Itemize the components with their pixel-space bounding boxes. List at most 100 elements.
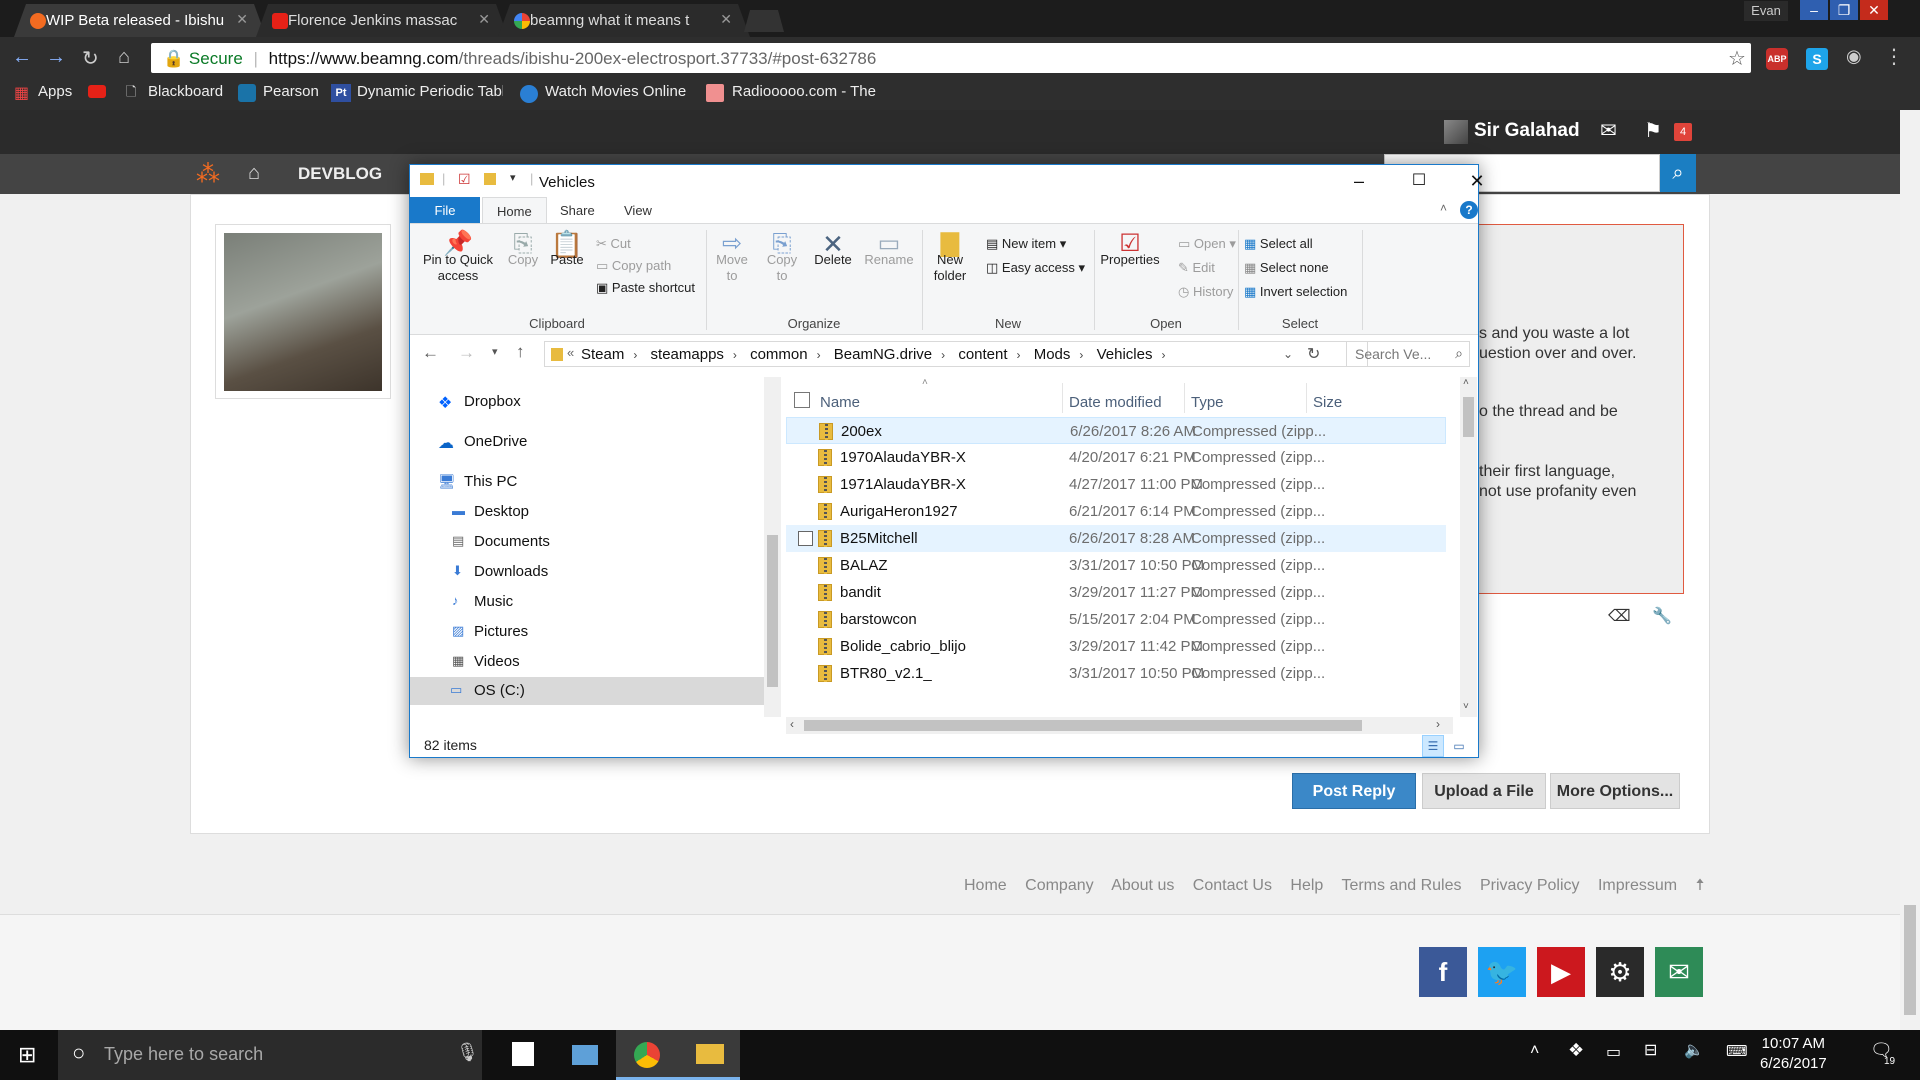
username[interactable]: Sir Galahad [1474, 120, 1580, 142]
nav-item-documents[interactable]: Documents [474, 533, 550, 550]
scrollbar-thumb[interactable] [1463, 397, 1474, 437]
facebook-icon[interactable]: f [1419, 947, 1467, 997]
profile-name[interactable]: Evan [1744, 1, 1788, 21]
breadcrumb-item[interactable]: steamapps [651, 346, 724, 363]
tab-file[interactable]: File [410, 197, 480, 223]
breadcrumb-item[interactable]: Steam [581, 346, 624, 363]
details-view-icon[interactable]: ☰ [1422, 735, 1444, 757]
file-row[interactable]: 1971AlaudaYBR-X 4/27/2017 11:00 PM Compres… [786, 471, 1446, 498]
help-icon[interactable]: ? [1460, 201, 1478, 219]
youtube-icon[interactable]: ▶ [1537, 947, 1585, 997]
history-button[interactable]: ◷ History [1178, 284, 1233, 300]
browser-tab[interactable]: beamng what it means t ✕ [498, 4, 750, 37]
close-tab-icon[interactable]: ✕ [720, 11, 732, 28]
delete-button[interactable]: ✕ Delete [810, 231, 856, 268]
explorer-search-input[interactable]: Search Ve... ⌕ [1346, 341, 1470, 367]
nav-item-os-c[interactable]: OS (C:) [474, 682, 525, 699]
copy-path-button[interactable]: ▭ Copy path [596, 258, 671, 274]
copy-to-button[interactable]: ⎘ Copy to [760, 232, 804, 284]
paste-button[interactable]: 📋 Paste [544, 231, 590, 268]
properties-button[interactable]: ☑ Properties [1098, 232, 1162, 268]
alerts-flag-icon[interactable]: ⚑ [1644, 118, 1662, 143]
browser-tab[interactable]: WIP Beta released - Ibishu ✕ [14, 4, 266, 37]
bookmark-movies[interactable]: Watch Movies Online [545, 83, 686, 100]
file-row[interactable]: bandit 3/29/2017 11:27 PM Compressed (zipp… [786, 579, 1446, 606]
arrow-up-icon[interactable]: 🠅 [1696, 877, 1705, 894]
reload-icon[interactable]: ↻ [82, 46, 99, 71]
chevron-right-icon[interactable]: › [733, 348, 737, 362]
task-view-app[interactable] [554, 1030, 616, 1080]
breadcrumb-item[interactable]: Vehicles [1097, 346, 1153, 363]
chevron-right-icon[interactable]: › [1017, 348, 1021, 362]
footer-link[interactable]: Impressum [1598, 877, 1677, 894]
footer-link[interactable]: Help [1290, 877, 1323, 894]
properties-qat-icon[interactable]: ☑ [458, 171, 471, 188]
inbox-icon[interactable]: ✉ [1600, 118, 1617, 143]
bookmark-periodic-table[interactable]: Dynamic Periodic Tabl [357, 83, 503, 100]
file-row[interactable]: BTR80_v2.1_ 3/31/2017 10:50 PM Compressed … [786, 660, 1446, 687]
footer-link[interactable]: About us [1111, 877, 1174, 894]
select-all-checkbox[interactable] [794, 392, 810, 408]
dropbox-tray-icon[interactable]: ❖ [1568, 1040, 1584, 1061]
skype-extension-icon[interactable]: S [1806, 48, 1828, 70]
scrollbar-thumb[interactable] [767, 535, 778, 687]
bookmark-apps[interactable]: Apps [38, 83, 72, 100]
windows-start-icon[interactable]: ⊞ [18, 1042, 36, 1068]
scroll-down-icon[interactable]: ˅ [1463, 701, 1469, 712]
search-icon[interactable]: ⌕ [1660, 154, 1696, 192]
column-name[interactable]: Name [820, 394, 860, 411]
recent-locations-icon[interactable]: ▾ [492, 345, 498, 358]
footer-link[interactable]: Privacy Policy [1480, 877, 1580, 894]
bookmark-star-icon[interactable]: ☆ [1728, 46, 1746, 71]
nav-scrollbar[interactable] [764, 377, 781, 717]
new-item-button[interactable]: ▤ New item ▾ [986, 236, 1066, 252]
address-bar[interactable]: 🔒 Secure | https://www.beamng.com/thread… [151, 43, 1751, 73]
invert-selection-button[interactable]: ▦ Invert selection [1244, 284, 1347, 300]
footer-link[interactable]: Contact Us [1193, 877, 1272, 894]
close-tab-icon[interactable]: ✕ [478, 11, 490, 28]
cut-button[interactable]: ✂ Cut [596, 236, 631, 252]
paste-shortcut-button[interactable]: ▣ Paste shortcut [596, 280, 695, 296]
file-row[interactable]: 1970AlaudaYBR-X 4/20/2017 6:21 PM Compress… [786, 444, 1446, 471]
chevron-right-icon[interactable]: › [1161, 348, 1165, 362]
breadcrumb-item[interactable]: Mods [1034, 346, 1071, 363]
system-clock[interactable]: 10:07 AM 6/26/2017 [1760, 1034, 1827, 1074]
nav-devblog[interactable]: DEVBLOG [298, 164, 382, 184]
large-icons-view-icon[interactable]: ▭ [1448, 735, 1470, 757]
breadcrumb[interactable]: « Steam › steamapps › common › BeamNG.drive… [544, 341, 1368, 367]
nav-item-desktop[interactable]: Desktop [474, 503, 529, 520]
breadcrumb-item[interactable]: BeamNG.drive [834, 346, 932, 363]
scroll-up-icon[interactable]: ˄ [1463, 377, 1469, 388]
youtube-icon[interactable] [88, 85, 106, 98]
microphone-icon[interactable]: 🎙 [456, 1042, 479, 1063]
row-checkbox[interactable] [798, 531, 813, 546]
more-options-button[interactable]: More Options... [1550, 773, 1680, 809]
scroll-left-icon[interactable]: ‹ [790, 717, 794, 731]
file-row[interactable]: barstowcon 5/15/2017 2:04 PM Compressed (z… [786, 606, 1446, 633]
file-list-hscrollbar[interactable]: ‹ › [786, 717, 1453, 734]
tab-share[interactable]: Share [546, 197, 609, 223]
breadcrumb-item[interactable]: content [958, 346, 1007, 363]
footer-link[interactable]: Company [1025, 877, 1093, 894]
chevron-up-icon[interactable]: ˄ [1530, 1042, 1539, 1060]
nav-item-videos[interactable]: Videos [474, 653, 520, 670]
file-row[interactable]: BALAZ 3/31/2017 10:50 PM Compressed (zipp.… [786, 552, 1446, 579]
chevron-right-icon[interactable]: › [941, 348, 945, 362]
close-icon[interactable]: ✕ [1860, 0, 1888, 20]
bookmark-blackboard[interactable]: Blackboard [148, 83, 223, 100]
footer-link[interactable]: Home [964, 877, 1007, 894]
column-type[interactable]: Type [1191, 394, 1224, 411]
column-size[interactable]: Size [1313, 394, 1342, 411]
file-row[interactable]: 200ex 6/26/2017 8:26 AM Compressed (zipp..… [786, 417, 1446, 444]
minimize-icon[interactable]: – [1800, 0, 1828, 20]
close-icon[interactable]: ✕ [1448, 165, 1506, 197]
steam-icon[interactable]: ⚙ [1596, 947, 1644, 997]
keyboard-icon[interactable]: ⌨ [1726, 1042, 1748, 1060]
new-folder-qat-icon[interactable] [484, 173, 496, 185]
taskbar-search-input[interactable]: ○ Type here to search 🎙 [58, 1030, 482, 1080]
chevron-right-icon[interactable]: › [1079, 348, 1083, 362]
copy-button[interactable]: ⎘ Copy [502, 232, 544, 268]
extension-icon[interactable]: ◉ [1846, 46, 1862, 67]
wrench-icon[interactable]: 🔧 [1652, 606, 1672, 626]
open-button[interactable]: ▭ Open ▾ [1178, 236, 1236, 252]
